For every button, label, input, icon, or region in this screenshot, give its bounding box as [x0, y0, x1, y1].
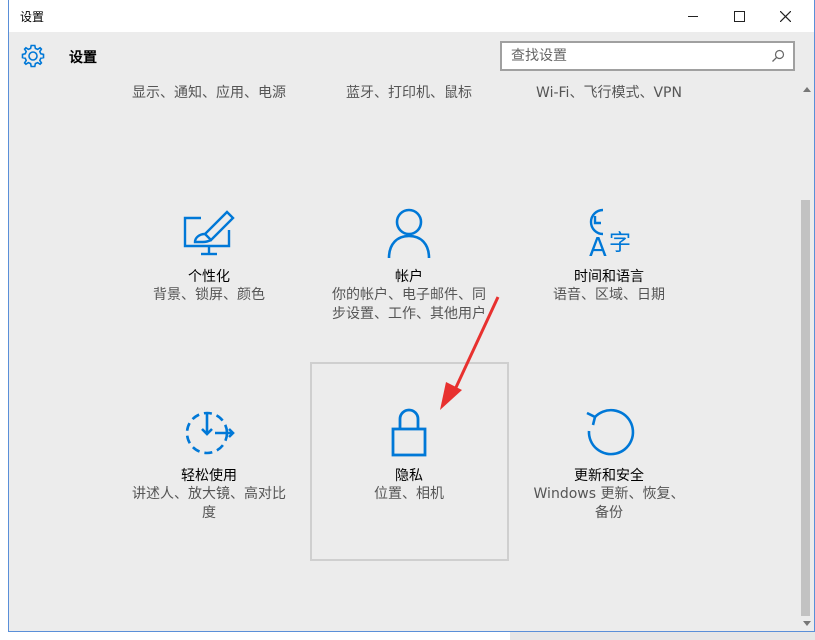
scroll-thumb[interactable] — [801, 200, 810, 616]
tile-accounts[interactable]: 帐户 你的帐户、电子邮件、同步设置、工作、其他用户 — [309, 206, 509, 324]
tile-desc-devices[interactable]: 蓝牙、打印机、鼠标 — [309, 84, 509, 103]
app-title: 设置 — [69, 50, 97, 66]
tile-time-language[interactable]: A 字 时间和语言 语音、区域、日期 — [509, 206, 709, 305]
tile-desc: 讲述人、放大镜、高对比度 — [132, 486, 286, 521]
settings-header: 设置 — [9, 32, 814, 82]
vertical-scrollbar[interactable] — [798, 82, 814, 631]
background-window-fragment — [0, 0, 8, 640]
tile-desc: 语音、区域、日期 — [553, 287, 665, 303]
tile-name: 时间和语言 — [574, 269, 644, 285]
tile-privacy[interactable]: 隐私 位置、相机 — [309, 405, 509, 504]
svg-text:A: A — [589, 233, 607, 262]
scroll-down-button[interactable] — [798, 616, 814, 630]
tile-name: 轻松使用 — [181, 468, 237, 484]
minimize-icon — [687, 15, 698, 17]
tile-ease-of-access[interactable]: 轻松使用 讲述人、放大镜、高对比度 — [109, 405, 309, 523]
account-icon — [387, 208, 431, 259]
tile-name: 帐户 — [395, 269, 423, 285]
close-icon — [779, 10, 791, 22]
tile-personalization[interactable]: 个性化 背景、锁屏、颜色 — [109, 206, 309, 305]
ease-of-access-icon — [185, 411, 235, 455]
chevron-down-icon — [803, 620, 811, 626]
tile-name: 个性化 — [188, 269, 230, 285]
close-button[interactable] — [762, 0, 808, 32]
gear-icon — [21, 44, 45, 68]
tile-desc: 背景、锁屏、颜色 — [153, 287, 265, 303]
tile-desc: 你的帐户、电子邮件、同步设置、工作、其他用户 — [332, 287, 486, 322]
tile-desc-system[interactable]: 显示、通知、应用、电源 — [109, 84, 309, 103]
update-icon — [586, 408, 635, 456]
settings-window: 设置 设置 显示、通知、应用、电源 蓝牙、打印机、鼠标 Wi-Fi、 — [8, 0, 815, 632]
tile-name: 更新和安全 — [574, 468, 644, 484]
svg-text:字: 字 — [609, 231, 631, 256]
title-bar[interactable]: 设置 — [9, 0, 814, 32]
window-title: 设置 — [20, 10, 45, 24]
tile-name: 隐私 — [395, 468, 423, 484]
maximize-icon — [733, 10, 745, 22]
search-box[interactable] — [500, 41, 795, 71]
time-language-icon: A 字 — [589, 208, 631, 262]
maximize-button[interactable] — [716, 0, 762, 32]
scroll-up-button[interactable] — [798, 82, 814, 96]
personalization-icon — [183, 210, 235, 256]
tile-desc: 位置、相机 — [374, 486, 444, 502]
lock-icon — [391, 408, 427, 457]
search-input[interactable] — [502, 43, 762, 69]
minimize-button[interactable] — [670, 0, 716, 32]
taskbar-fragment — [510, 632, 815, 640]
search-icon[interactable] — [771, 49, 785, 63]
tile-desc: Windows 更新、恢复、备份 — [533, 486, 685, 521]
chevron-up-icon — [803, 86, 811, 92]
tile-update-security[interactable]: 更新和安全 Windows 更新、恢复、备份 — [509, 405, 709, 523]
tile-desc-network[interactable]: Wi-Fi、飞行模式、VPN — [509, 84, 709, 103]
